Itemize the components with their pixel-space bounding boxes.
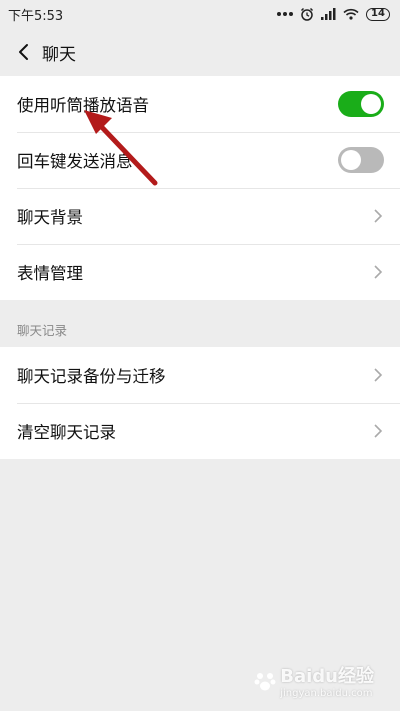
setting-label: 表情管理 [17,264,83,283]
setting-label: 聊天背景 [17,208,83,227]
setting-row-earpiece[interactable]: 使用听筒播放语音 [0,76,400,132]
chevron-right-icon [374,265,383,279]
setting-row-enter-send[interactable]: 回车键发送消息 [0,132,400,188]
watermark-brand: Bai [280,666,313,687]
page-title: 聊天 [42,44,76,65]
enter-send-toggle[interactable] [338,147,384,173]
watermark-brand-mid: du [312,666,338,687]
setting-row-chat-background[interactable]: 聊天背景 [0,188,400,244]
chevron-right-icon [374,209,383,223]
setting-row-clear-history[interactable]: 清空聊天记录 [0,403,400,459]
section-label-history: 聊天记录 [17,323,68,338]
chat-settings-group: 使用听筒播放语音 回车键发送消息 聊天背景 表情管理 [0,76,400,300]
toggle-knob [341,150,361,170]
setting-row-sticker-management[interactable]: 表情管理 [0,244,400,300]
signal-icon [321,8,336,20]
alarm-icon [300,7,314,21]
watermark-label: 经验 [338,666,374,687]
wifi-icon [343,8,359,20]
toggle-knob [361,94,381,114]
battery-indicator: 14 [366,7,390,21]
setting-label: 清空聊天记录 [17,423,116,442]
setting-label: 聊天记录备份与迁移 [17,367,166,386]
header: 聊天 [0,28,400,76]
more-dots-icon [277,12,293,16]
back-arrow-icon[interactable] [14,42,34,62]
watermark-url: jingyan.baidu.com [280,688,373,699]
earpiece-toggle[interactable] [338,91,384,117]
status-time: 下午5:53 [8,8,64,24]
baidu-watermark: Baidu经验 jingyan.baidu.com [254,662,374,699]
status-icons: 14 [277,7,390,21]
setting-label: 回车键发送消息 [17,152,133,171]
chevron-right-icon [374,424,383,438]
setting-label: 使用听筒播放语音 [17,96,149,115]
chevron-right-icon [374,368,383,382]
setting-row-backup-migrate[interactable]: 聊天记录备份与迁移 [0,347,400,403]
status-bar: 下午5:53 14 [0,0,400,28]
history-group: 聊天记录备份与迁移 清空聊天记录 [0,347,400,459]
watermark-text: Baidu经验 jingyan.baidu.com [280,662,374,699]
paw-logo-icon [254,672,276,690]
